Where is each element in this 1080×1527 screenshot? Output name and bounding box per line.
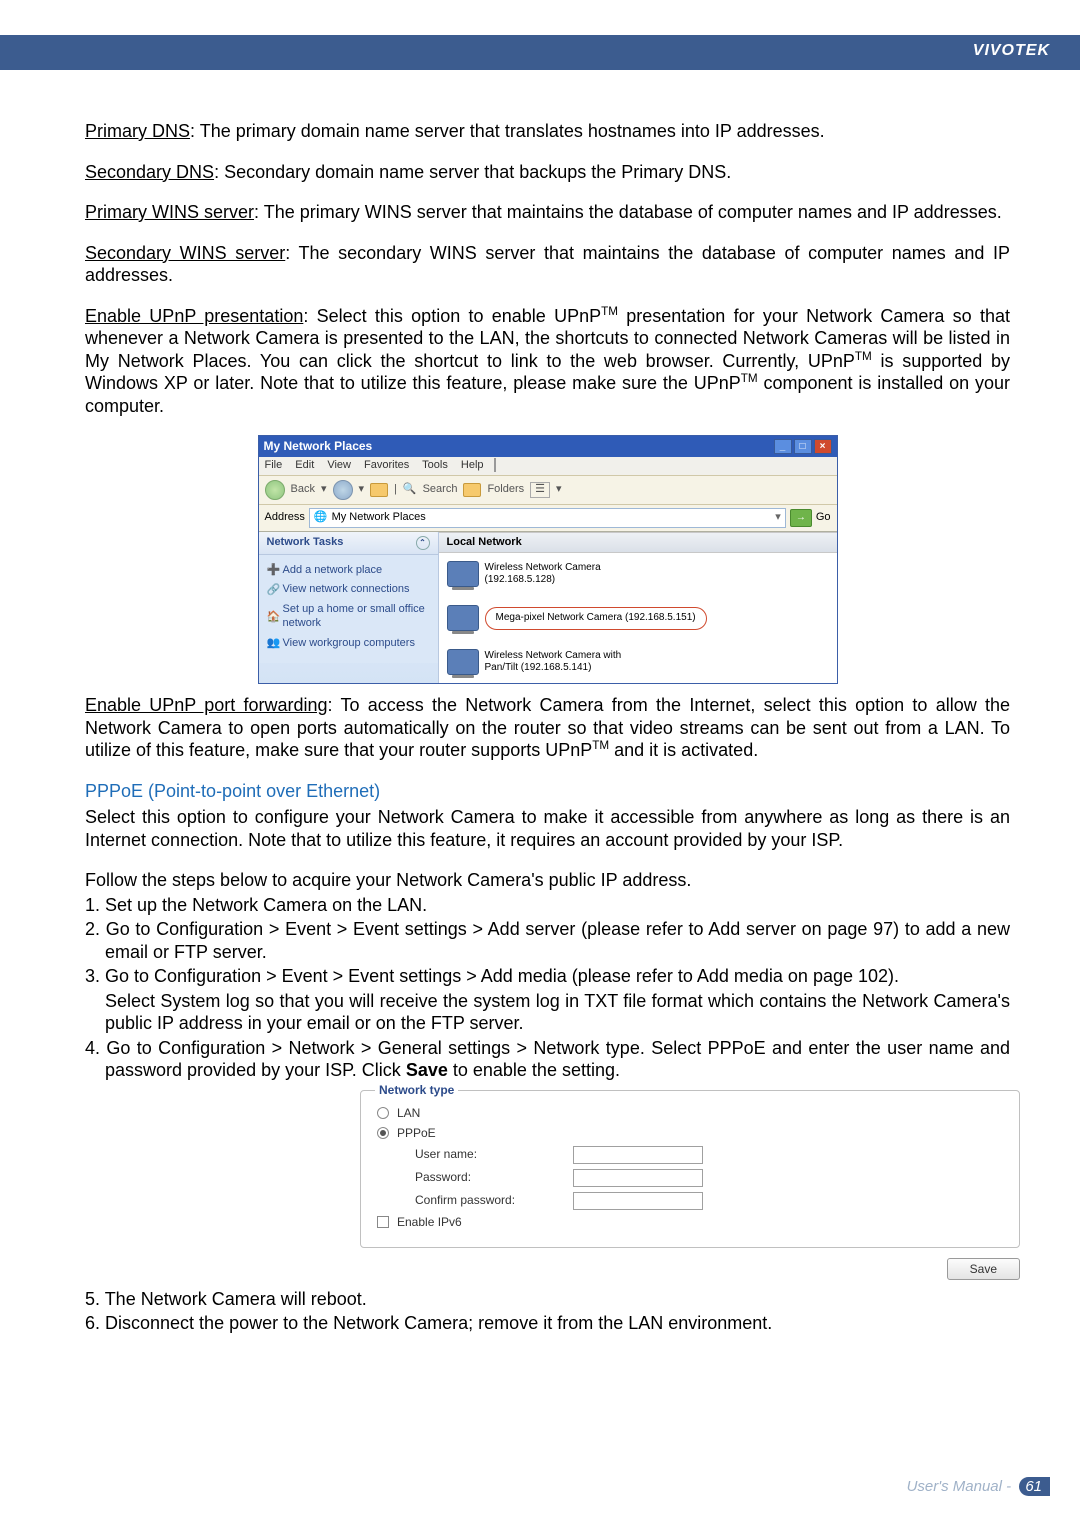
address-label: Address xyxy=(265,511,305,525)
confirm-password-input[interactable] xyxy=(573,1192,703,1210)
view-icon[interactable]: ☰ xyxy=(530,482,550,498)
menu-help[interactable]: Help xyxy=(461,459,484,471)
radio-lan-row[interactable]: LAN xyxy=(377,1106,1003,1121)
def-primary-dns: Primary DNS: The primary domain name ser… xyxy=(85,120,1010,143)
primary-dns-label: Primary DNS xyxy=(85,121,190,141)
upnp-fwd-label: Enable UPnP port forwarding xyxy=(85,695,328,715)
brand-label: VIVOTEK xyxy=(973,42,1050,60)
pppoe-label: PPPoE xyxy=(397,1126,436,1141)
close-icon[interactable]: × xyxy=(814,439,832,454)
pppoe-heading: PPPoE (Point-to-point over Ethernet) xyxy=(85,780,1010,803)
step-1: 1. Set up the Network Camera on the LAN. xyxy=(85,894,1010,917)
go-button[interactable]: → xyxy=(790,509,812,527)
toolbar: Back ▾ ▾ | 🔍 Search Folders ☰▾ xyxy=(259,476,837,505)
password-label: Password: xyxy=(415,1170,565,1185)
ipv6-row[interactable]: Enable IPv6 xyxy=(377,1215,1003,1230)
collapse-icon[interactable]: ⌃ xyxy=(416,536,430,550)
maximize-icon[interactable]: □ xyxy=(794,439,812,454)
step-5: 5. The Network Camera will reboot. xyxy=(85,1288,1010,1311)
back-label[interactable]: Back xyxy=(291,483,315,497)
search-label[interactable]: Search xyxy=(423,483,458,497)
folders-label[interactable]: Folders xyxy=(487,483,524,497)
go-label[interactable]: Go xyxy=(816,511,831,525)
def-upnp-forwarding: Enable UPnP port forwarding: To access t… xyxy=(85,694,1010,762)
camera-icon xyxy=(447,605,479,631)
upnp-pres-label: Enable UPnP presentation xyxy=(85,306,303,326)
menu-file[interactable]: File xyxy=(265,459,283,471)
up-folder-icon[interactable] xyxy=(370,483,388,497)
back-icon[interactable] xyxy=(265,480,285,500)
def-upnp-presentation: Enable UPnP presentation: Select this op… xyxy=(85,305,1010,418)
address-bar: Address 🌐 My Network Places ▾ → Go xyxy=(259,505,837,532)
camera-icon xyxy=(447,649,479,675)
step-6: 6. Disconnect the power to the Network C… xyxy=(85,1312,1010,1335)
camera-item[interactable]: Wireless Network Camera with Pan/Tilt (1… xyxy=(447,649,829,675)
menu-favorites[interactable]: Favorites xyxy=(364,459,409,471)
menu-view[interactable]: View xyxy=(327,459,351,471)
screenshot-network-type: Network type LAN PPPoE User name: Passwo… xyxy=(360,1090,1020,1280)
add-place-icon: ➕ xyxy=(267,564,279,576)
network-type-fieldset: Network type LAN PPPoE User name: Passwo… xyxy=(360,1090,1020,1248)
header-band: VIVOTEK xyxy=(0,0,1080,70)
screenshot-my-network-places: My Network Places _ □ × File Edit View F… xyxy=(258,435,838,684)
step-4: 4. Go to Configuration > Network > Gener… xyxy=(85,1037,1010,1082)
address-value: My Network Places xyxy=(332,511,426,525)
pppoe-lead: Follow the steps below to acquire your N… xyxy=(85,869,1010,892)
minimize-icon[interactable]: _ xyxy=(774,439,792,454)
def-secondary-dns: Secondary DNS: Secondary domain name ser… xyxy=(85,161,1010,184)
def-secondary-wins: Secondary WINS server: The secondary WIN… xyxy=(85,242,1010,287)
forward-icon[interactable] xyxy=(333,480,353,500)
tasks-header[interactable]: Network Tasks ⌃ xyxy=(259,532,438,555)
window-title: My Network Places xyxy=(264,439,373,454)
page-number: 61 xyxy=(1019,1477,1050,1496)
password-input[interactable] xyxy=(573,1169,703,1187)
camera-callout: Mega-pixel Network Camera (192.168.5.151… xyxy=(485,607,707,630)
page-footer: User's Manual - 61 xyxy=(907,1478,1050,1495)
fieldset-legend: Network type xyxy=(375,1083,458,1098)
def-primary-wins: Primary WINS server: The primary WINS se… xyxy=(85,201,1010,224)
task-setup-network[interactable]: 🏠Set up a home or small office network xyxy=(267,600,430,634)
tasks-panel: Network Tasks ⌃ ➕Add a network place 🔗Vi… xyxy=(259,532,439,684)
task-add-network-place[interactable]: ➕Add a network place xyxy=(267,561,430,581)
step-2: 2. Go to Configuration > Event > Event s… xyxy=(85,918,1010,963)
radio-pppoe-row[interactable]: PPPoE xyxy=(377,1126,1003,1141)
post-steps-list: 5. The Network Camera will reboot. 6. Di… xyxy=(85,1288,1010,1335)
task-view-workgroup[interactable]: 👥View workgroup computers xyxy=(267,634,430,654)
ipv6-checkbox[interactable] xyxy=(377,1216,389,1228)
radio-lan[interactable] xyxy=(377,1107,389,1119)
menu-tools[interactable]: Tools xyxy=(422,459,448,471)
task-view-connections[interactable]: 🔗View network connections xyxy=(267,580,430,600)
secondary-dns-label: Secondary DNS xyxy=(85,162,214,182)
save-button[interactable]: Save xyxy=(947,1258,1020,1280)
menu-edit[interactable]: Edit xyxy=(295,459,314,471)
radio-pppoe[interactable] xyxy=(377,1127,389,1139)
primary-wins-label: Primary WINS server xyxy=(85,202,254,222)
ipv6-label: Enable IPv6 xyxy=(397,1215,462,1230)
local-network-header: Local Network xyxy=(439,532,837,554)
menu-bar[interactable]: File Edit View Favorites Tools Help xyxy=(259,457,837,476)
workgroup-icon: 👥 xyxy=(267,637,279,649)
network-places-icon: 🌐 xyxy=(314,511,328,525)
username-label: User name: xyxy=(415,1147,565,1162)
address-input[interactable]: 🌐 My Network Places ▾ xyxy=(309,508,786,528)
windows-flag-icon xyxy=(494,458,496,472)
step-3: 3. Go to Configuration > Event > Event s… xyxy=(85,965,1010,988)
steps-list: 1. Set up the Network Camera on the LAN.… xyxy=(85,894,1010,1082)
step-3-note: Select System log so that you will recei… xyxy=(85,990,1010,1035)
pppoe-intro: Select this option to configure your Net… xyxy=(85,806,1010,851)
camera-icon xyxy=(447,561,479,587)
connections-icon: 🔗 xyxy=(267,584,279,596)
folders-icon[interactable] xyxy=(463,483,481,497)
camera-item[interactable]: Wireless Network Camera (192.168.5.128) xyxy=(447,561,625,587)
search-icon[interactable]: 🔍 xyxy=(403,483,417,497)
confirm-password-label: Confirm password: xyxy=(415,1193,565,1208)
window-title-bar: My Network Places _ □ × xyxy=(259,436,837,457)
lan-label: LAN xyxy=(397,1106,420,1121)
home-network-icon: 🏠 xyxy=(267,611,279,623)
username-input[interactable] xyxy=(573,1146,703,1164)
secondary-wins-label: Secondary WINS server xyxy=(85,243,285,263)
